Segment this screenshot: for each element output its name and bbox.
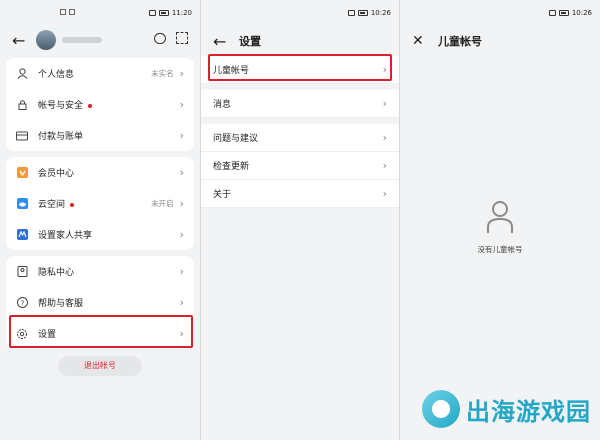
row-cloud[interactable]: 云空间 未开启 ›	[6, 188, 194, 219]
row-family[interactable]: 设置家人共享 ›	[6, 219, 194, 250]
row-value: 未实名	[151, 69, 174, 78]
lock-icon	[16, 99, 28, 111]
family-icon	[16, 229, 28, 241]
row-label: 个人信息	[38, 70, 75, 80]
chevron-right-icon: ›	[382, 131, 387, 144]
svg-text:?: ?	[20, 299, 24, 307]
status-bar: 10:26	[400, 0, 600, 26]
message-icon[interactable]	[154, 33, 166, 44]
child-account-highlight-box	[208, 54, 392, 81]
empty-person-icon	[487, 201, 513, 233]
brand-watermark: 出海游戏园	[422, 390, 591, 428]
settings-highlight-box	[9, 315, 193, 348]
vip-icon	[16, 167, 28, 179]
row-payment[interactable]: 付款与账单 ›	[6, 120, 194, 151]
person-icon	[16, 68, 28, 80]
red-dot-badge	[88, 103, 93, 108]
row-help[interactable]: ? 帮助与客服 ›	[6, 287, 194, 318]
brand-text: 出海游戏园	[466, 397, 591, 426]
chevron-right-icon: ›	[179, 166, 184, 179]
cloud-icon	[16, 198, 28, 210]
cloud-status-icon	[69, 9, 75, 15]
status-bar: 10:26	[201, 0, 399, 26]
row-label: 消息	[213, 100, 232, 110]
row-label: 设置家人共享	[38, 231, 93, 241]
row-label: 问题与建议	[213, 134, 259, 144]
row-label: 帮助与客服	[38, 299, 84, 309]
row-label: 检查更新	[213, 162, 250, 172]
help-icon: ?	[16, 297, 28, 309]
child-account-panel: 10:26 ✕ 儿童帐号 没有儿童帐号	[400, 0, 600, 440]
battery-icon	[158, 10, 169, 16]
logout-button[interactable]: 退出帐号	[58, 356, 142, 376]
chevron-right-icon: ›	[382, 187, 387, 200]
close-icon[interactable]: ✕	[412, 33, 430, 49]
brand-logo-icon	[422, 390, 460, 428]
page-title: 儿童帐号	[438, 35, 482, 48]
card-icon	[16, 130, 28, 142]
privacy-icon	[16, 266, 28, 278]
account-panel: 11:20 ← 个人信息 未实名 › 帐号与安全 › 付款与账单 › 会员中心	[0, 0, 200, 440]
chevron-right-icon: ›	[179, 228, 184, 241]
status-time: 10:26	[370, 9, 391, 17]
signal-icon	[548, 10, 556, 16]
row-feedback[interactable]: 问题与建议 ›	[201, 124, 399, 152]
chevron-right-icon: ›	[179, 129, 184, 142]
chevron-right-icon: ›	[179, 197, 184, 210]
row-account-security[interactable]: 帐号与安全 ›	[6, 89, 194, 120]
account-name-blurred	[62, 37, 102, 43]
row-label: 关于	[213, 190, 232, 200]
row-label: 帐号与安全	[38, 101, 84, 111]
empty-state-text: 没有儿童帐号	[477, 245, 523, 254]
chevron-right-icon: ›	[179, 67, 184, 80]
row-privacy[interactable]: 隐私中心 ›	[6, 256, 194, 287]
account-group-1: 个人信息 未实名 › 帐号与安全 › 付款与账单 ›	[6, 58, 194, 151]
chevron-right-icon: ›	[382, 159, 387, 172]
row-about[interactable]: 关于 ›	[201, 180, 399, 208]
battery-icon	[357, 10, 368, 16]
chevron-right-icon: ›	[179, 296, 184, 309]
account-group-2: 会员中心 › 云空间 未开启 › 设置家人共享 ›	[6, 157, 194, 250]
status-bar: 11:20	[0, 0, 200, 26]
avatar[interactable]	[36, 30, 56, 50]
signal-icon	[148, 10, 156, 16]
notification-icon	[60, 9, 66, 15]
row-messages[interactable]: 消息 ›	[201, 90, 399, 118]
row-label: 隐私中心	[38, 268, 75, 278]
status-time: 11:20	[171, 9, 192, 17]
scan-icon[interactable]	[176, 32, 188, 44]
status-time: 10:26	[571, 9, 592, 17]
back-arrow-icon[interactable]: ←	[213, 32, 231, 51]
settings-panel: 10:26 ← 设置 儿童帐号 › 消息 › 问题与建议 › 检查更新 › 关于…	[201, 0, 399, 440]
row-label: 云空间	[38, 200, 66, 210]
back-arrow-icon[interactable]: ←	[12, 31, 30, 50]
row-check-update[interactable]: 检查更新 ›	[201, 152, 399, 180]
red-dot-badge	[70, 202, 75, 207]
chevron-right-icon: ›	[179, 265, 184, 278]
page-title: 设置	[239, 35, 261, 48]
row-value: 未开启	[151, 199, 174, 208]
chevron-right-icon: ›	[382, 97, 387, 110]
row-vip[interactable]: 会员中心 ›	[6, 157, 194, 188]
chevron-right-icon: ›	[179, 98, 184, 111]
row-label: 会员中心	[38, 169, 75, 179]
row-label: 付款与账单	[38, 132, 84, 142]
signal-icon	[347, 10, 355, 16]
battery-icon	[558, 10, 569, 16]
row-personal-info[interactable]: 个人信息 未实名 ›	[6, 58, 194, 89]
